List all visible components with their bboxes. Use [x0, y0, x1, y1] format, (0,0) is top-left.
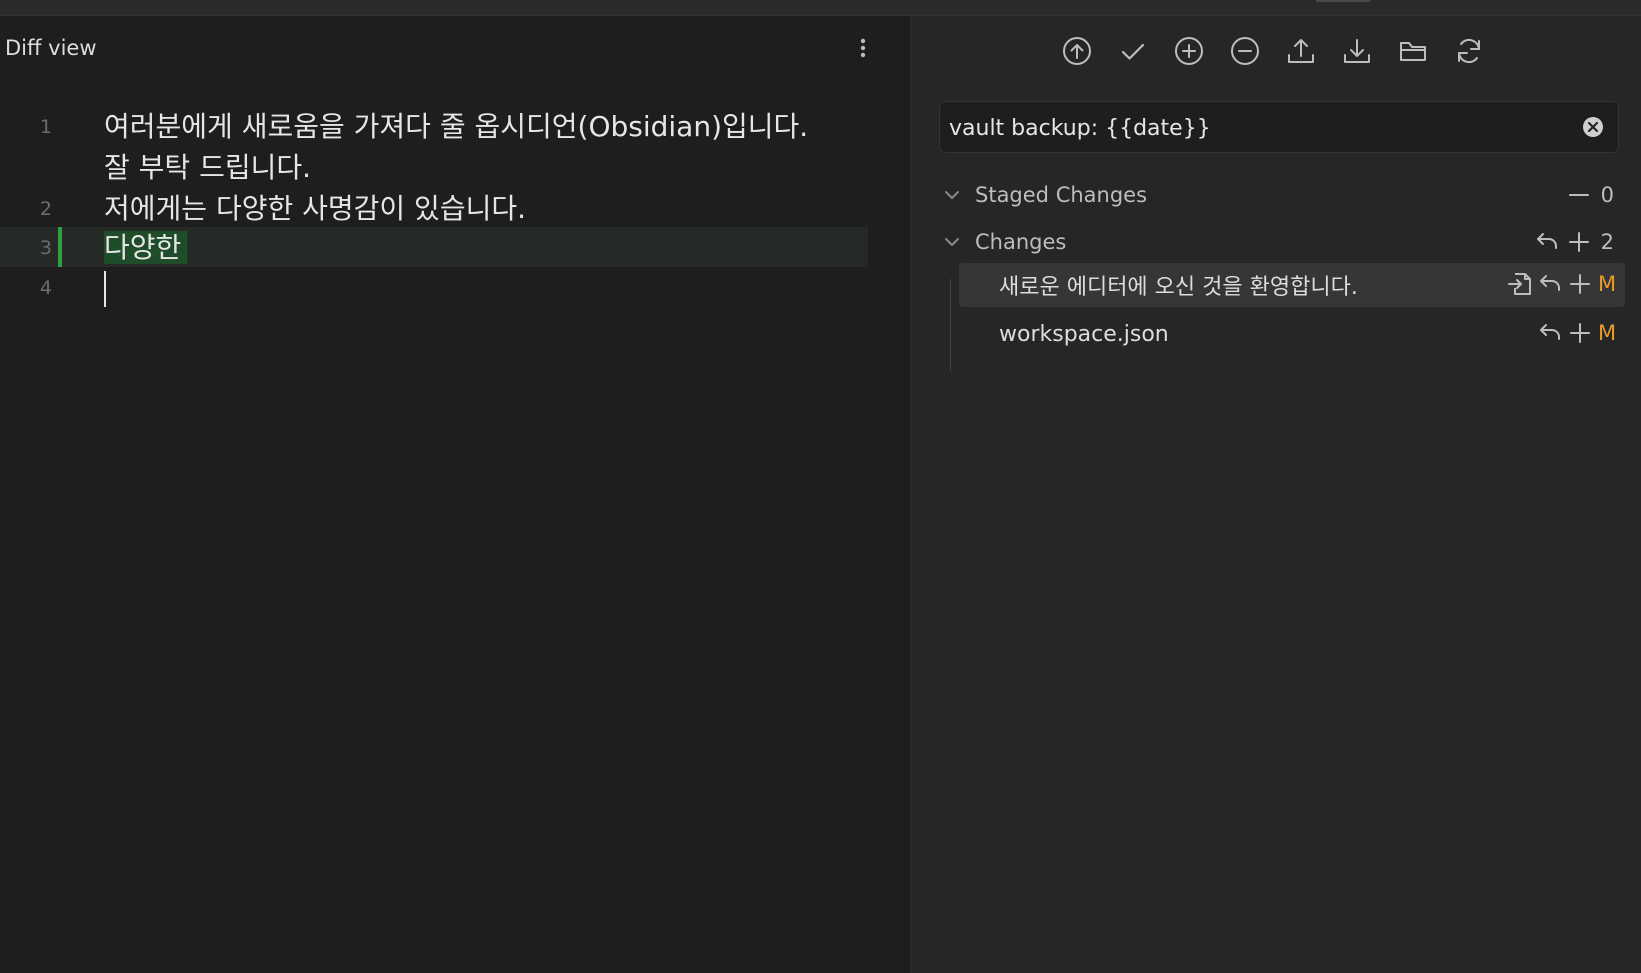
discard-icon[interactable] [1534, 229, 1560, 255]
gutter-marker [58, 267, 62, 309]
editor-line: 4 [0, 267, 910, 309]
stage-icon[interactable] [1566, 229, 1592, 255]
diff-editor[interactable]: 1 여러분에게 새로움을 가져다 줄 옵시디언(Obsidian)입니다. 잘 … [0, 106, 910, 309]
discard-icon[interactable] [1537, 271, 1563, 297]
clear-icon[interactable] [1582, 116, 1604, 138]
line-number: 4 [39, 277, 52, 299]
changes-count: 2 [1600, 230, 1614, 254]
tree-indent-guide [950, 279, 951, 371]
pane-title: Diff view [5, 36, 97, 60]
stage-icon[interactable] [1567, 320, 1593, 346]
chevron-down-icon [945, 191, 959, 199]
open-folder-icon[interactable] [1398, 36, 1428, 66]
refresh-icon[interactable] [1454, 36, 1484, 66]
source-control-toolbar [1062, 36, 1484, 66]
line-text[interactable]: 다양한 [104, 227, 824, 268]
staged-changes-header[interactable]: Staged Changes 0 [939, 177, 1619, 213]
added-text-highlight: 다양한 [104, 231, 188, 264]
modified-status-badge: M [1597, 272, 1617, 296]
gutter-marker [58, 106, 62, 188]
download-icon[interactable] [1342, 36, 1372, 66]
more-options-icon[interactable] [855, 36, 871, 66]
section-actions: 0 [1566, 182, 1614, 208]
line-text[interactable] [104, 267, 824, 308]
file-name: 새로운 에디터에 오신 것을 환영합니다. [999, 275, 1358, 300]
changed-file-row[interactable]: workspace.json M [959, 312, 1625, 356]
section-label: Changes [975, 230, 1067, 254]
open-file-icon[interactable] [1507, 271, 1533, 297]
line-text[interactable]: 여러분에게 새로움을 가져다 줄 옵시디언(Obsidian)입니다. 잘 부탁… [104, 106, 824, 188]
editor-line-added: 3 다양한 [0, 227, 868, 267]
section-label: Staged Changes [975, 183, 1148, 207]
editor-line: 2 저에게는 다양한 사명감이 있습니다. [0, 188, 910, 227]
section-actions: 2 [1534, 229, 1614, 255]
stage-all-icon[interactable] [1174, 36, 1204, 66]
unstage-all-icon[interactable] [1230, 36, 1260, 66]
gutter-marker [58, 188, 62, 227]
discard-icon[interactable] [1537, 320, 1563, 346]
source-control-pane: Staged Changes 0 Changes 2 새로운 에디터에 오신 것… [912, 16, 1641, 973]
push-icon[interactable] [1062, 36, 1092, 66]
unstage-icon[interactable] [1566, 182, 1592, 208]
line-text[interactable]: 저에게는 다양한 사명감이 있습니다. [104, 188, 824, 229]
tab-indicator [1316, 0, 1370, 2]
file-name: workspace.json [999, 321, 1169, 347]
line-number: 2 [39, 198, 52, 220]
changed-file-row[interactable]: 새로운 에디터에 오신 것을 환영합니다. M [959, 263, 1625, 307]
modified-status-badge: M [1597, 321, 1617, 345]
window-topbar [0, 0, 1641, 16]
text-cursor [104, 271, 106, 307]
editor-line: 1 여러분에게 새로움을 가져다 줄 옵시디언(Obsidian)입니다. 잘 … [0, 106, 910, 188]
changes-header[interactable]: Changes 2 [939, 224, 1619, 260]
line-number: 3 [39, 237, 52, 259]
line-number: 1 [39, 116, 52, 138]
added-line-marker [58, 227, 62, 267]
commit-message-box [939, 101, 1619, 154]
commit-icon[interactable] [1118, 36, 1148, 66]
file-actions: M [1507, 271, 1617, 297]
commit-message-input[interactable] [940, 102, 1571, 154]
diff-view-pane: Diff view 1 여러분에게 새로움을 가져다 줄 옵시디언(Obsidi… [0, 16, 910, 973]
staged-count: 0 [1600, 183, 1614, 207]
upload-icon[interactable] [1286, 36, 1316, 66]
file-actions: M [1537, 320, 1617, 346]
stage-icon[interactable] [1567, 271, 1593, 297]
chevron-down-icon [945, 238, 959, 246]
